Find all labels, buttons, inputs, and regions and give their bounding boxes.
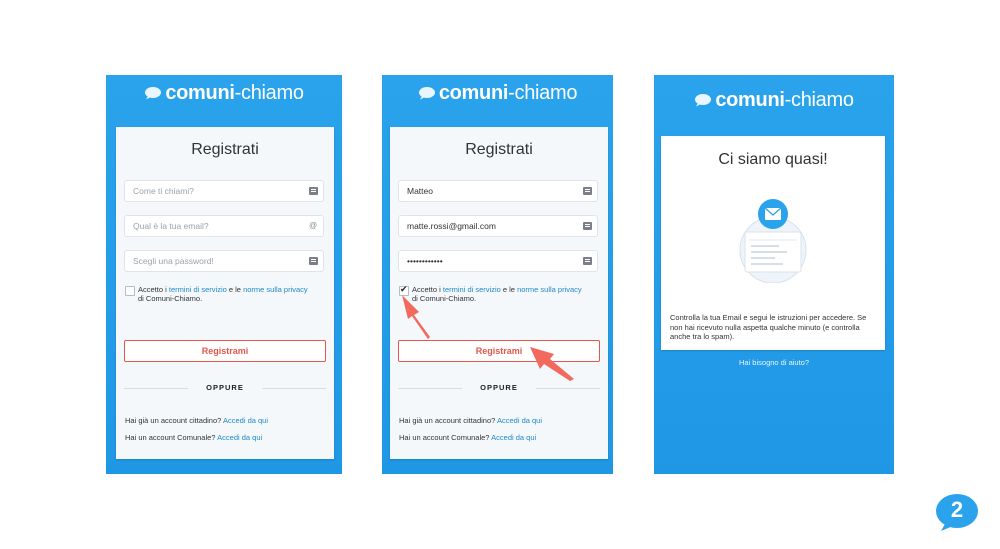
or-divider: OPPURE	[124, 383, 326, 393]
email-phone-illustration	[739, 199, 807, 283]
citizen-login-text: Hai già un account cittadino?	[399, 416, 497, 425]
keychain-icon	[583, 257, 592, 265]
password-placeholder: Scegli una password!	[133, 256, 214, 266]
brand-name-light: -chiamo	[784, 88, 854, 111]
privacy-policy-link[interactable]: norme sulla privacy	[243, 285, 308, 294]
brand-name-bold: comuni	[715, 88, 785, 111]
terms-text: Accetto i termini di servizio e le norme…	[412, 285, 602, 303]
municipal-login-line: Hai un account Comunale? Accedi da qui	[125, 433, 262, 442]
citizen-login-text: Hai già un account cittadino?	[125, 416, 223, 425]
signup-screen-filled: comuni -chiamo Registrati Matteo matte.ro…	[382, 75, 613, 474]
password-input[interactable]: Scegli una password!	[124, 250, 324, 272]
terms-of-service-link[interactable]: termini di servizio	[443, 285, 501, 294]
envelope-icon	[758, 199, 788, 229]
keychain-icon	[583, 222, 592, 230]
citizen-login-link[interactable]: Accedi da qui	[497, 416, 542, 425]
page-title: Ci siamo quasi!	[718, 151, 828, 168]
or-divider: OPPURE	[398, 383, 600, 393]
name-value: Matteo	[407, 186, 433, 196]
terms-suffix: di Comuni-Chiamo.	[138, 294, 203, 303]
confirmation-card: Ci siamo quasi! Controlla la tua Email e…	[661, 136, 885, 350]
terms-prefix: Accetto i	[138, 285, 169, 294]
email-input[interactable]: matte.rossi@gmail.com	[398, 215, 598, 237]
password-value: ••••••••••••	[407, 256, 443, 266]
brand-name-light: -chiamo	[508, 81, 578, 104]
signup-card: Registrati Come ti chiami? Qual è la tua…	[116, 127, 334, 459]
register-button[interactable]: Registrami	[124, 340, 326, 362]
page-title: Registrati	[465, 141, 533, 158]
brand-logo: comuni -chiamo	[654, 88, 894, 112]
municipal-login-link[interactable]: Accedi da qui	[491, 433, 536, 442]
brand-name-bold: comuni	[165, 81, 235, 104]
brand-logo: comuni -chiamo	[382, 81, 613, 105]
step-badge: 2	[935, 492, 979, 532]
email-value: matte.rossi@gmail.com	[407, 221, 496, 231]
municipal-login-line: Hai un account Comunale? Accedi da qui	[399, 433, 536, 442]
citizen-login-link[interactable]: Accedi da qui	[223, 416, 268, 425]
speech-bubble-icon	[145, 87, 162, 100]
signup-screen-empty: comuni -chiamo Registrati Come ti chiami?…	[106, 75, 342, 474]
step-number: 2	[950, 497, 964, 522]
help-link[interactable]: Hai bisogno di aiuto?	[654, 358, 894, 367]
page-title: Registrati	[191, 141, 259, 158]
terms-mid: e le	[226, 285, 244, 294]
terms-mid: e le	[500, 285, 518, 294]
annotation-arrow-checkbox	[402, 295, 430, 339]
municipal-login-link[interactable]: Accedi da qui	[217, 433, 262, 442]
brand-logo: comuni -chiamo	[106, 81, 342, 105]
terms-checkbox[interactable]	[125, 286, 135, 296]
brand-name-light: -chiamo	[234, 81, 304, 104]
password-input[interactable]: ••••••••••••	[398, 250, 598, 272]
terms-text: Accetto i termini di servizio e le norme…	[138, 285, 328, 303]
name-placeholder: Come ti chiami?	[133, 186, 194, 196]
municipal-login-text: Hai un account Comunale?	[125, 433, 218, 442]
confirmation-screen: comuni -chiamo Ci siamo quasi! Controlla …	[654, 75, 894, 474]
name-input[interactable]: Come ti chiami?	[124, 180, 324, 202]
annotation-arrow-button	[530, 347, 574, 381]
keychain-icon	[583, 187, 592, 195]
citizen-login-line: Hai già un account cittadino? Accedi da …	[399, 416, 542, 425]
keychain-icon	[309, 187, 318, 195]
municipal-login-text: Hai un account Comunale?	[399, 433, 492, 442]
citizen-login-line: Hai già un account cittadino? Accedi da …	[125, 416, 268, 425]
speech-bubble-icon	[418, 87, 435, 100]
email-placeholder: Qual è la tua email?	[133, 221, 209, 231]
brand-name-bold: comuni	[438, 81, 509, 104]
email-input[interactable]: Qual è la tua email? @	[124, 215, 324, 237]
privacy-policy-link[interactable]: norme sulla privacy	[517, 285, 582, 294]
keychain-icon	[309, 257, 318, 265]
terms-of-service-link[interactable]: termini di servizio	[169, 285, 227, 294]
speech-bubble-icon	[695, 94, 712, 107]
name-input[interactable]: Matteo	[398, 180, 598, 202]
confirmation-message: Controlla la tua Email e segui le istruz…	[670, 313, 867, 341]
at-icon: @	[308, 221, 318, 230]
